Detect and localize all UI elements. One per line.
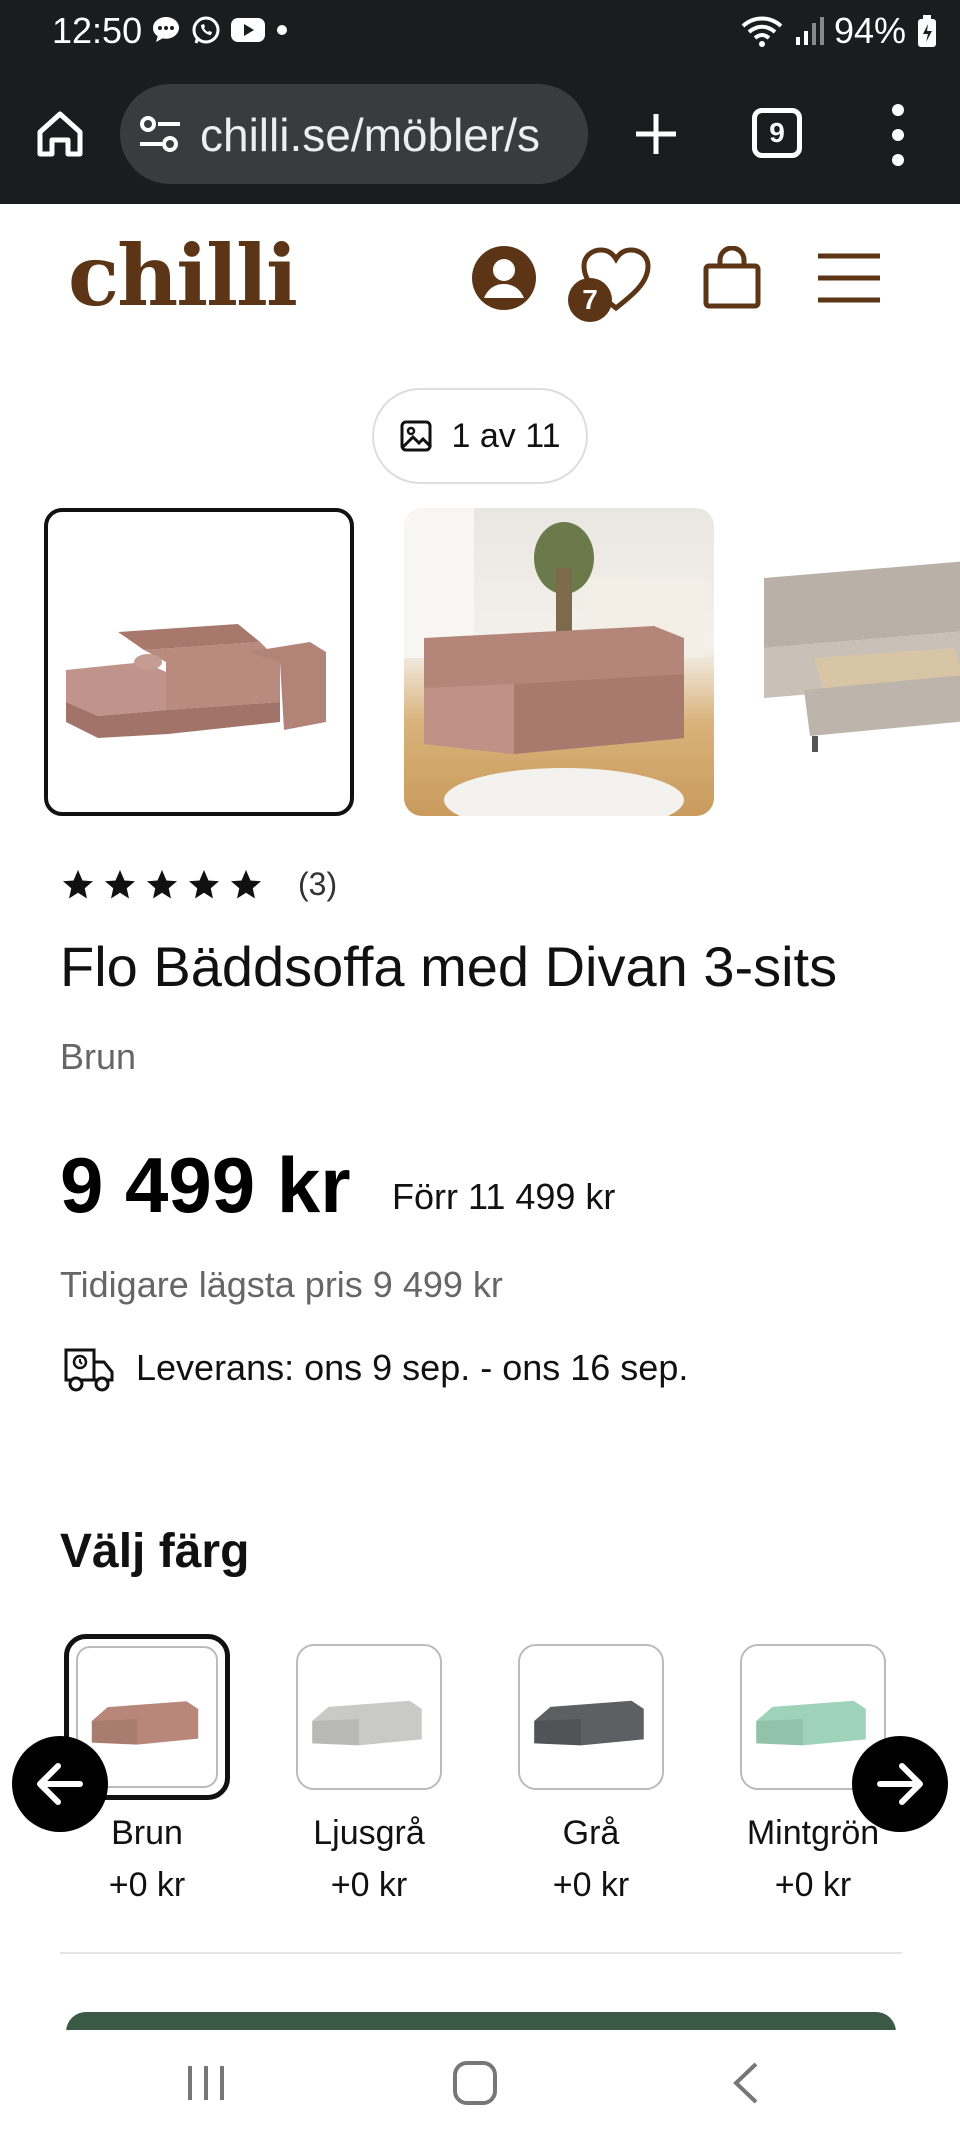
- status-bar: 12:50 94%: [0, 0, 960, 66]
- arrow-right-icon: [877, 1763, 923, 1805]
- star-icon: [189, 869, 219, 898]
- color-option-price: +0 kr: [774, 1866, 852, 1904]
- browser-toolbar: chilli.se/möbler/s 9: [0, 66, 960, 204]
- gallery-counter-button[interactable]: 1 av 11: [372, 388, 588, 484]
- color-option-price: +0 kr: [552, 1866, 630, 1904]
- rating-count: (3): [298, 866, 338, 902]
- wishlist-count-badge: 7: [568, 278, 612, 322]
- sofa-swatch: [312, 1700, 422, 1746]
- color-option-price: +0 kr: [108, 1866, 186, 1904]
- battery-icon: [918, 15, 936, 47]
- product-rating[interactable]: (3): [60, 866, 337, 903]
- color-selector-heading: Välj färg: [60, 1525, 250, 1578]
- home-button-icon[interactable]: [450, 2058, 500, 2108]
- star-icon: [147, 869, 177, 898]
- address-bar[interactable]: chilli.se/möbler/s: [120, 84, 588, 184]
- delivery-text: Leverans: ons 9 sep. - ons 16 sep.: [136, 1347, 689, 1388]
- delivery-info: Leverans: ons 9 sep. - ons 16 sep.: [60, 1340, 688, 1396]
- notification-icons: [150, 14, 290, 46]
- section-divider: [60, 1952, 902, 1954]
- color-prev-button[interactable]: [12, 1736, 108, 1832]
- color-option-gra[interactable]: [518, 1644, 664, 1790]
- more-vertical-icon[interactable]: [880, 100, 916, 170]
- gallery-thumbnail-1[interactable]: [44, 508, 354, 816]
- signal-icon: [795, 17, 824, 45]
- sofa-image: [66, 624, 326, 738]
- sofa-bed-image: [764, 561, 960, 752]
- chilli-logo[interactable]: chilli: [68, 226, 298, 325]
- star-icon: [105, 869, 135, 898]
- color-option-ljusgra[interactable]: [296, 1644, 442, 1790]
- sofa-swatch: [534, 1700, 644, 1746]
- previous-price: Förr 11 499 kr: [392, 1176, 616, 1217]
- wifi-icon: [741, 16, 783, 47]
- battery-level: 94%: [833, 10, 906, 51]
- back-icon[interactable]: [728, 2058, 764, 2108]
- system-icons: 94%: [740, 10, 938, 52]
- color-option-price: +0 kr: [330, 1866, 408, 1904]
- tabs-button[interactable]: 9: [752, 108, 802, 158]
- lowest-price-note: Tidigare lägsta pris 9 499 kr: [60, 1264, 503, 1305]
- url-text: chilli.se/möbler/s: [200, 109, 540, 161]
- shopping-bag-icon[interactable]: [700, 246, 764, 310]
- home-icon[interactable]: [32, 106, 88, 162]
- gallery-thumbnails: [0, 506, 960, 822]
- dot-icon: [277, 25, 287, 35]
- star-icon: [231, 869, 261, 898]
- sofa-room-image: [404, 508, 704, 816]
- whatsapp-icon: [192, 16, 220, 44]
- arrow-left-icon: [37, 1763, 83, 1805]
- image-icon: [400, 420, 433, 452]
- color-option-label: Ljusgrå: [313, 1814, 425, 1852]
- hamburger-menu-icon[interactable]: [816, 252, 882, 304]
- color-option-label: Grå: [562, 1814, 620, 1852]
- product-color: Brun: [60, 1036, 137, 1077]
- site-header: chilli 7: [0, 204, 960, 354]
- gallery-counter-text: 1 av 11: [451, 416, 561, 455]
- status-time: 12:50: [52, 10, 143, 51]
- plus-icon[interactable]: [628, 106, 684, 162]
- star-icon: [63, 869, 93, 898]
- color-next-button[interactable]: [852, 1736, 948, 1832]
- site-info-icon[interactable]: [138, 114, 182, 154]
- gallery-thumbnail-2[interactable]: [404, 508, 714, 816]
- system-navigation-bar: [0, 2030, 960, 2140]
- delivery-truck-icon: [64, 1348, 114, 1392]
- chat-icon: [153, 17, 179, 42]
- product-title: Flo Bäddsoffa med Divan 3-sits: [60, 935, 838, 998]
- gallery-thumbnail-3[interactable]: [764, 508, 960, 816]
- youtube-icon: [231, 18, 265, 42]
- product-price: 9 499 kr: [60, 1141, 351, 1229]
- account-icon[interactable]: [470, 244, 538, 312]
- recent-apps-icon[interactable]: [184, 2060, 228, 2106]
